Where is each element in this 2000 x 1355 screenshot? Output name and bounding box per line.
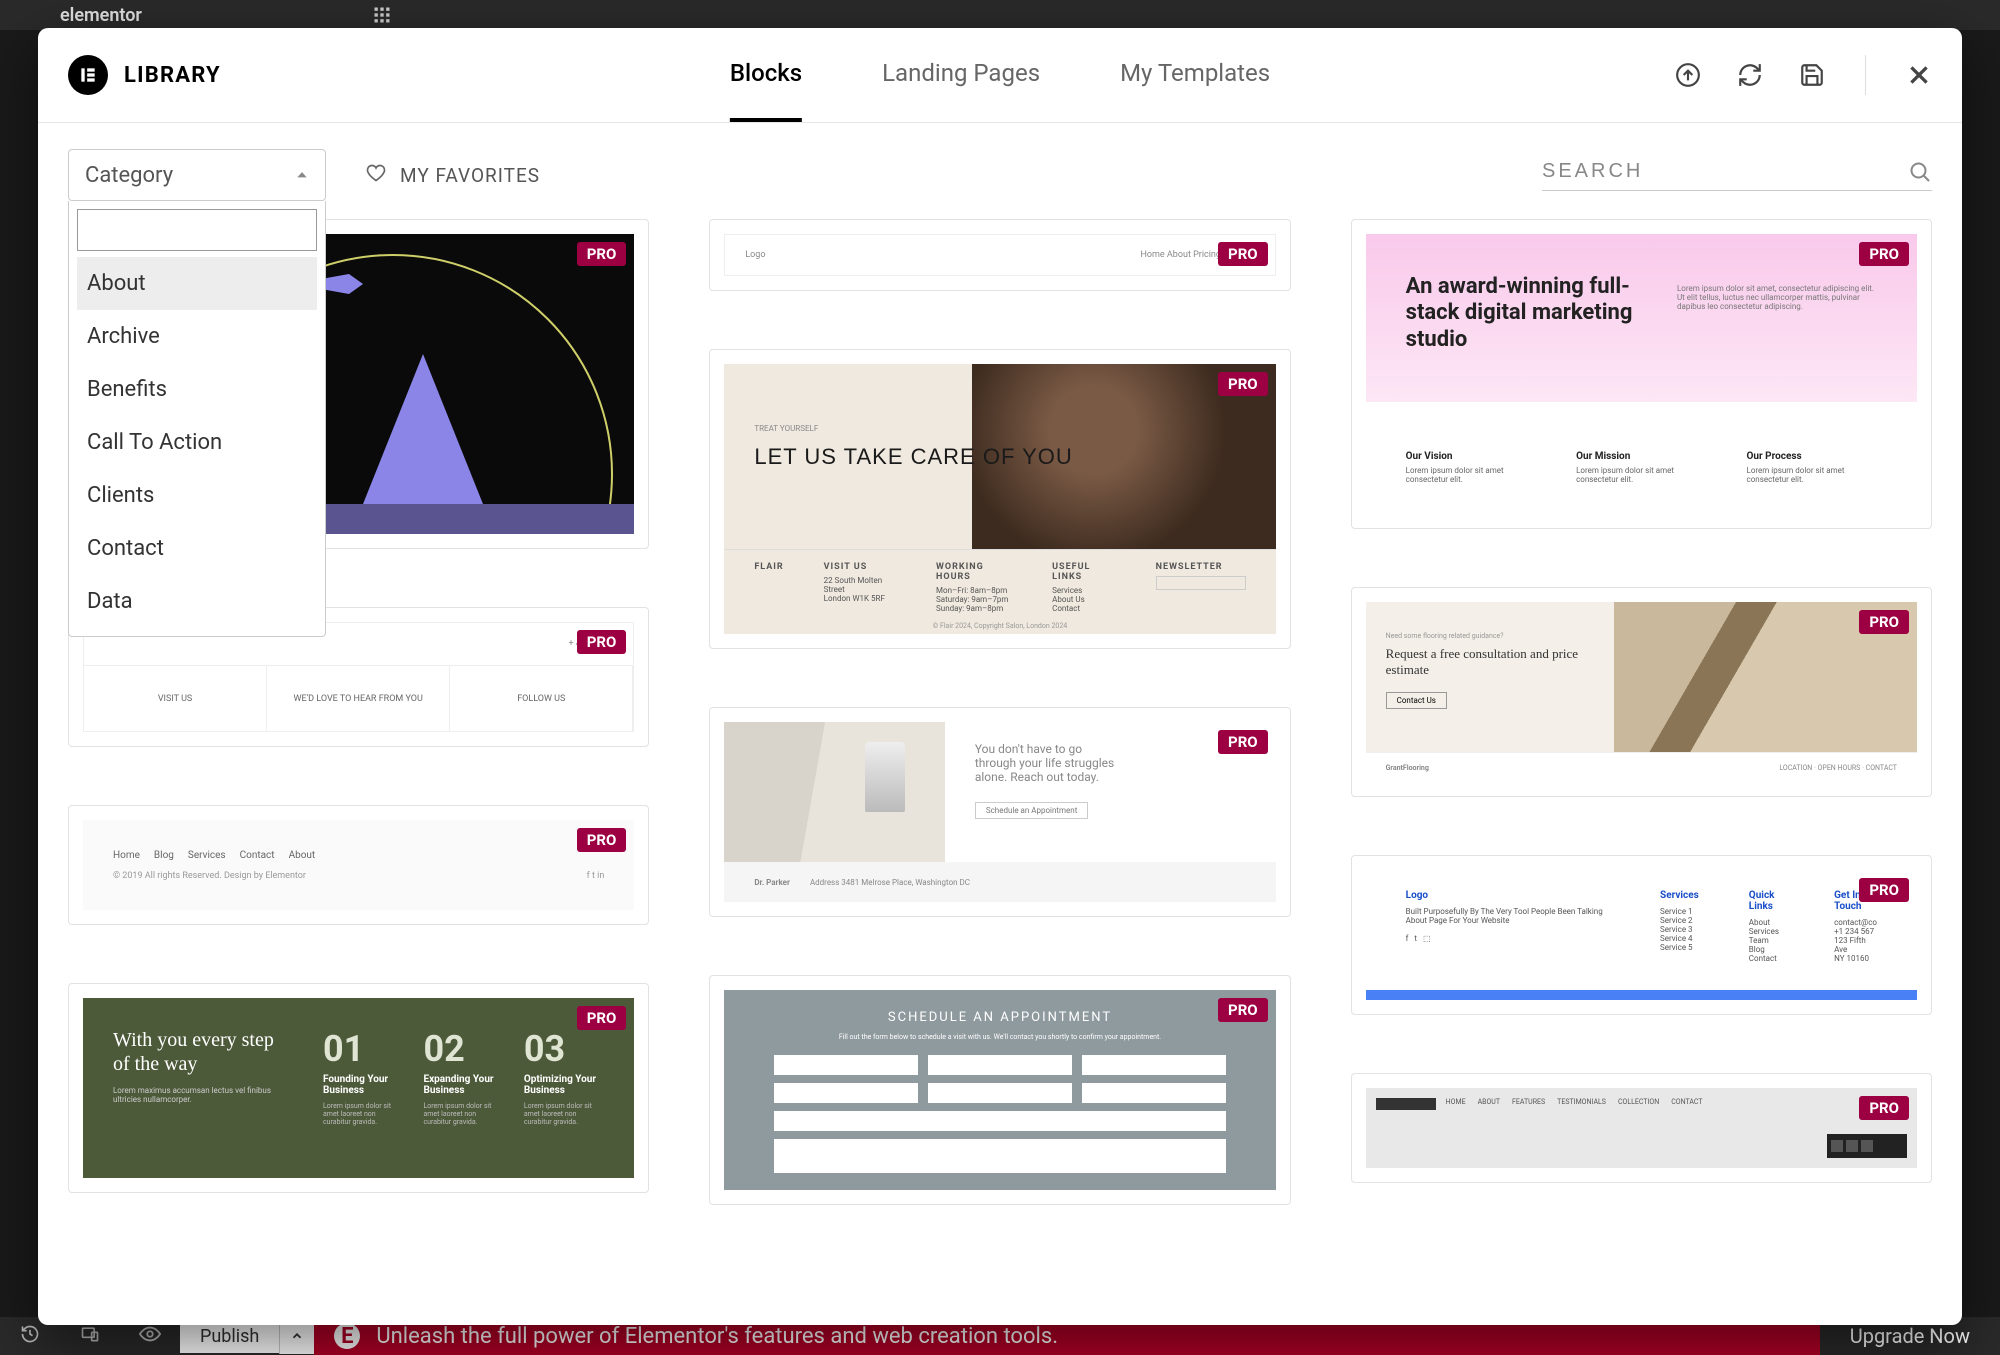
- template-preview: LogoBuilt Purposefully By The Very Tool …: [1366, 870, 1917, 1000]
- dropdown-item-about[interactable]: About: [77, 257, 317, 310]
- search-icon[interactable]: [1908, 160, 1932, 184]
- pro-badge: PRO: [577, 630, 627, 654]
- grid-column-2: PRO LogoHome About Pricing Contact PRO T…: [709, 219, 1290, 1305]
- pro-badge: PRO: [1859, 242, 1909, 266]
- template-preview: You don't have to gothrough your life st…: [724, 722, 1275, 902]
- pro-badge: PRO: [1218, 998, 1268, 1022]
- template-card[interactable]: PRO SCHEDULE AN APPOINTMENT Fill out the…: [709, 975, 1290, 1205]
- pro-badge: PRO: [1218, 242, 1268, 266]
- elementor-logo-icon: [68, 55, 108, 95]
- pro-badge: PRO: [1218, 372, 1268, 396]
- responsive-icon[interactable]: [60, 1324, 120, 1349]
- tab-landing-pages[interactable]: Landing Pages: [882, 28, 1040, 122]
- header-actions: [1675, 55, 1932, 95]
- background-top-bar: elementor: [0, 0, 2000, 30]
- history-icon[interactable]: [0, 1324, 60, 1349]
- modal-header: LIBRARY Blocks Landing Pages My Template…: [38, 28, 1962, 123]
- dropdown-item-benefits[interactable]: Benefits: [77, 363, 317, 416]
- my-favorites-button[interactable]: MY FAVORITES: [366, 163, 540, 188]
- template-card[interactable]: PRO LogoHome About Pricing Contact: [709, 219, 1290, 291]
- templates-grid: PRO PRO + 44 835 VISIT US WE'D LOVE TO H…: [38, 219, 1962, 1325]
- dropdown-item-contact[interactable]: Contact: [77, 522, 317, 575]
- template-card[interactable]: PRO LogoBuilt Purposefully By The Very T…: [1351, 855, 1932, 1015]
- favorites-label: MY FAVORITES: [400, 164, 540, 187]
- apps-grid-icon: [372, 5, 392, 25]
- sync-icon[interactable]: [1737, 62, 1763, 88]
- dropdown-item-archive[interactable]: Archive: [77, 310, 317, 363]
- template-preview: HOMEABOUTFEATURESTESTIMONIALSCOLLECTIONC…: [1366, 1088, 1917, 1168]
- pro-badge: PRO: [577, 1006, 627, 1030]
- pro-badge: PRO: [1218, 730, 1268, 754]
- template-preview: An award-winning full-stack digital mark…: [1366, 234, 1917, 514]
- template-card[interactable]: PRO An award-winning full-stack digital …: [1351, 219, 1932, 529]
- pro-badge: PRO: [577, 242, 627, 266]
- pro-badge: PRO: [1859, 1096, 1909, 1120]
- category-label: Category: [85, 163, 173, 188]
- library-modal: LIBRARY Blocks Landing Pages My Template…: [38, 28, 1962, 1325]
- template-preview: SCHEDULE AN APPOINTMENT Fill out the for…: [724, 990, 1275, 1190]
- category-dropdown[interactable]: Category: [68, 149, 326, 201]
- preview-icon[interactable]: [120, 1323, 180, 1350]
- elementor-icon: E: [334, 1323, 360, 1349]
- template-preview: TREAT YOURSELF LET US TAKE CARE OF YOU F…: [724, 364, 1275, 634]
- template-card[interactable]: PRO HomeBlogServicesContactAbout © 2019 …: [68, 805, 649, 925]
- chevron-up-icon: [295, 163, 309, 188]
- template-preview: With you every step of the way Lorem max…: [83, 998, 634, 1178]
- toolbar: Category MY FAVORITES About Archive Bene…: [38, 123, 1962, 219]
- template-card[interactable]: PRO Need some flooring related guidance?…: [1351, 587, 1932, 797]
- pro-badge: PRO: [1859, 610, 1909, 634]
- template-card[interactable]: PRO TREAT YOURSELF LET US TAKE CARE OF Y…: [709, 349, 1290, 649]
- dropdown-search-input[interactable]: [77, 209, 317, 251]
- upgrade-now-link[interactable]: Upgrade Now: [1820, 1324, 2000, 1348]
- category-dropdown-menu: About Archive Benefits Call To Action Cl…: [68, 201, 326, 637]
- save-icon[interactable]: [1799, 62, 1825, 88]
- pro-badge: PRO: [577, 828, 627, 852]
- template-preview: HomeBlogServicesContactAbout © 2019 All …: [83, 820, 634, 910]
- template-card[interactable]: PRO You don't have to gothrough your lif…: [709, 707, 1290, 917]
- template-card[interactable]: PRO HOMEABOUTFEATURESTESTIMONIALSCOLLECT…: [1351, 1073, 1932, 1183]
- grid-column-3: PRO An award-winning full-stack digital …: [1351, 219, 1932, 1305]
- dropdown-item-clients[interactable]: Clients: [77, 469, 317, 522]
- heart-icon: [366, 163, 386, 188]
- upload-icon[interactable]: [1675, 62, 1701, 88]
- search-input[interactable]: [1542, 160, 1894, 183]
- modal-title: LIBRARY: [124, 63, 221, 88]
- pro-badge: PRO: [1859, 878, 1909, 902]
- promo-text: Unleash the full power of Elementor's fe…: [376, 1324, 1058, 1349]
- search-field[interactable]: [1542, 160, 1932, 191]
- tab-blocks[interactable]: Blocks: [730, 28, 802, 122]
- header-divider: [1865, 55, 1866, 95]
- template-card[interactable]: PRO With you every step of the way Lorem…: [68, 983, 649, 1193]
- template-preview: + 44 835 VISIT US WE'D LOVE TO HEAR FROM…: [83, 622, 634, 732]
- dropdown-item-call-to-action[interactable]: Call To Action: [77, 416, 317, 469]
- template-preview: LogoHome About Pricing Contact: [724, 234, 1275, 276]
- tabs: Blocks Landing Pages My Templates: [730, 28, 1270, 122]
- close-icon[interactable]: [1906, 62, 1932, 88]
- template-preview: Need some flooring related guidance? Req…: [1366, 602, 1917, 782]
- tab-my-templates[interactable]: My Templates: [1120, 28, 1270, 122]
- bg-brand: elementor: [60, 5, 142, 26]
- dropdown-item-data[interactable]: Data: [77, 575, 317, 628]
